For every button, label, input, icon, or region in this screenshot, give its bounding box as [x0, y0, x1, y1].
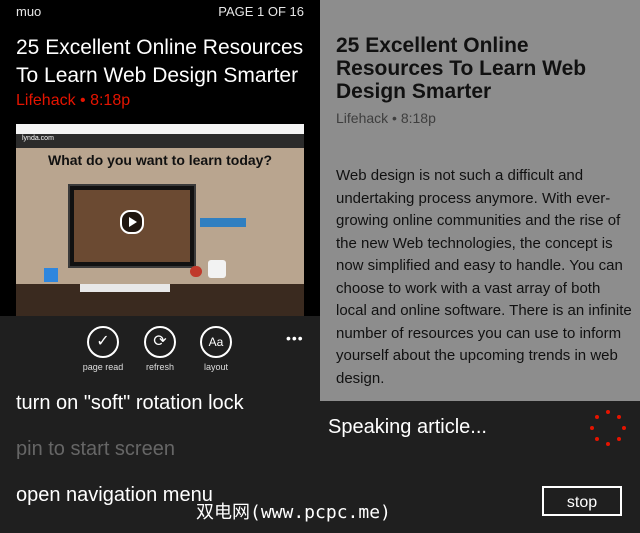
- refresh-label: refresh: [145, 362, 174, 372]
- check-icon: ✓: [87, 326, 119, 358]
- image-logo: lynda.com: [22, 135, 54, 142]
- status-header: muo PAGE 1 OF 16: [0, 0, 320, 24]
- play-icon: [120, 210, 144, 234]
- more-options-icon[interactable]: •••: [286, 330, 304, 346]
- menu-item-pin-start: pin to start screen: [16, 438, 175, 460]
- image-headline: What do you want to learn today?: [48, 152, 272, 168]
- article-title[interactable]: 25 Excellent Online Resources To Learn W…: [16, 34, 312, 90]
- app-bar-buttons: ✓ page read ⟳ refresh Aa layout •••: [0, 326, 320, 386]
- image-rubiks-cube: [44, 268, 58, 282]
- article-image[interactable]: lynda.com What do you want to learn toda…: [16, 124, 304, 316]
- article-meta: Lifehack • 8:18p: [16, 92, 131, 109]
- image-keyboard: [80, 284, 170, 292]
- watermark: 双电网(www.pcpc.me): [196, 502, 391, 523]
- layout-button[interactable]: Aa layout: [184, 326, 248, 386]
- refresh-icon: ⟳: [144, 326, 176, 358]
- article-body: Web design is not such a difficult and u…: [336, 167, 632, 387]
- refresh-button[interactable]: ⟳ refresh: [128, 326, 192, 386]
- font-size-icon: Aa: [200, 326, 232, 358]
- layout-label: layout: [203, 362, 229, 372]
- image-become-member-button: [200, 218, 246, 227]
- stop-button[interactable]: stop: [542, 486, 622, 516]
- image-mug: [208, 260, 226, 278]
- speaking-status: Speaking article...: [328, 416, 487, 438]
- page-read-button[interactable]: ✓ page read: [71, 326, 135, 386]
- menu-item-navigation[interactable]: open navigation menu: [16, 484, 213, 507]
- image-mainnav: [16, 134, 304, 148]
- article-heading: 25 Excellent Online Resources To Learn W…: [336, 34, 587, 103]
- loading-spinner-icon: [590, 410, 626, 446]
- menu-item-rotation-lock[interactable]: turn on "soft" rotation lock: [16, 392, 244, 415]
- article-view[interactable]: 25 Excellent Online Resources To Learn W…: [320, 0, 640, 401]
- page-indicator: PAGE 1 OF 16: [218, 4, 304, 19]
- source-name: muo: [16, 4, 42, 19]
- article-byline: Lifehack • 8:18p: [336, 110, 436, 126]
- page-read-label: page read: [82, 362, 124, 372]
- image-apple: [190, 266, 202, 277]
- left-pane: muo PAGE 1 OF 16 25 Excellent Online Res…: [0, 0, 320, 533]
- right-pane: 25 Excellent Online Resources To Learn W…: [320, 0, 640, 533]
